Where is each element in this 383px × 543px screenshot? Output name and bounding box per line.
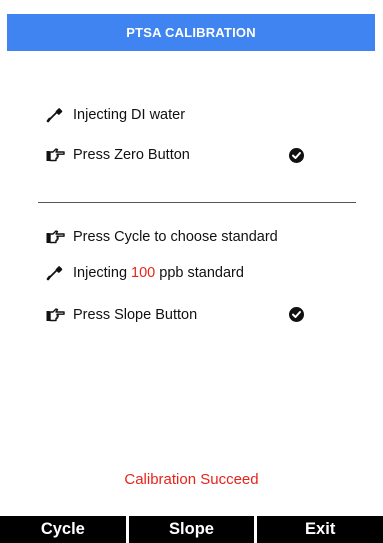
exit-button[interactable]: Exit xyxy=(254,516,383,543)
section-divider xyxy=(38,202,356,203)
pointing-hand-icon xyxy=(46,147,65,163)
step-press-slope: Press Slope Button xyxy=(46,303,197,327)
press-cycle-text: Press Cycle to choose standard xyxy=(73,229,278,245)
inject-standard-suffix: ppb standard xyxy=(155,265,244,281)
pointing-hand-icon xyxy=(46,307,65,323)
press-zero-text: Press Zero Button xyxy=(73,147,190,163)
title-bar: PTSA CALIBRATION xyxy=(7,14,375,51)
press-slope-text: Press Slope Button xyxy=(73,307,198,323)
step-inject-di-water: Injecting DI water xyxy=(46,103,185,127)
slope-button[interactable]: Slope xyxy=(125,516,255,543)
dropper-icon xyxy=(46,107,65,123)
standard-value: 100 xyxy=(131,265,156,281)
cycle-button[interactable]: Cycle xyxy=(0,516,126,543)
step-inject-standard: Injecting 100 ppb standard xyxy=(46,261,244,285)
inject-di-water-text: Injecting DI water xyxy=(73,107,186,123)
check-circle-icon xyxy=(289,307,304,322)
step-press-zero: Press Zero Button xyxy=(46,143,190,167)
check-circle-icon xyxy=(289,148,304,163)
pointing-hand-icon xyxy=(46,229,65,245)
calibration-status: Calibration Succeed xyxy=(124,471,259,488)
softkey-bar: Cycle Slope Exit xyxy=(0,516,383,543)
step-press-cycle: Press Cycle to choose standard xyxy=(46,225,278,249)
inject-standard-prefix: Injecting xyxy=(73,265,132,281)
dropper-icon xyxy=(46,265,65,281)
page-title: PTSA CALIBRATION xyxy=(126,25,256,40)
